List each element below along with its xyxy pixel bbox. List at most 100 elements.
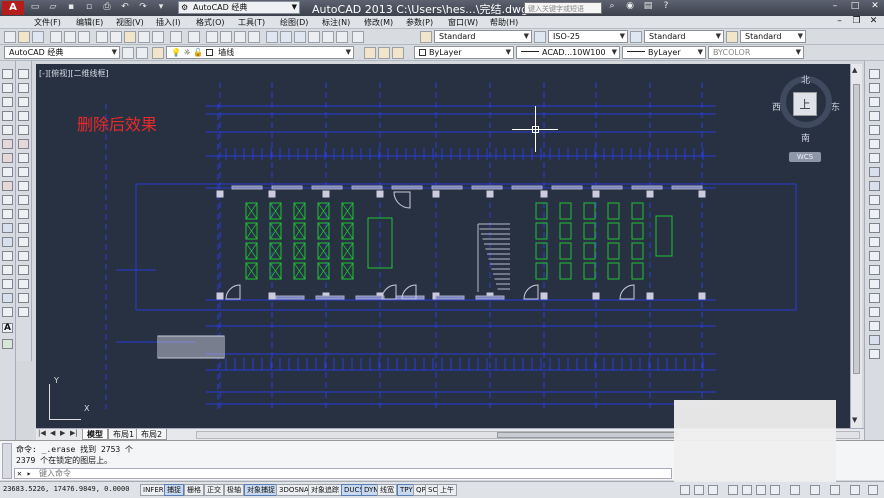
menu-tools[interactable]: 工具(T): [238, 17, 265, 28]
dim-diameter-icon[interactable]: [869, 153, 880, 163]
dim-text-edit-icon[interactable]: [869, 321, 880, 331]
minimize-icon[interactable]: –: [830, 1, 840, 11]
help-icon[interactable]: [352, 31, 364, 43]
mirror-icon[interactable]: [18, 97, 29, 107]
break-at-point-icon[interactable]: [18, 223, 29, 233]
copy-object-icon[interactable]: [18, 83, 29, 93]
workspace-settings-icon[interactable]: [122, 47, 134, 59]
menu-dimension[interactable]: 标注(N): [322, 17, 350, 28]
print-icon[interactable]: ⎙: [100, 1, 114, 14]
menu-edit[interactable]: 编辑(E): [76, 17, 103, 28]
construction-line-icon[interactable]: [2, 83, 13, 93]
close-icon[interactable]: ✕: [870, 1, 880, 11]
status-polar-button[interactable]: 极轴: [224, 484, 244, 496]
match-properties-icon[interactable]: [138, 31, 150, 43]
viewcube-east-label[interactable]: 东: [831, 100, 840, 113]
menu-file[interactable]: 文件(F): [34, 17, 61, 28]
trim-icon[interactable]: [18, 195, 29, 205]
open-file-icon[interactable]: ▱: [46, 1, 60, 14]
dim-linear-icon[interactable]: [869, 69, 880, 79]
tolerance-icon[interactable]: [869, 251, 880, 261]
offset-icon[interactable]: [18, 111, 29, 121]
dropdown-icon[interactable]: ▾: [154, 1, 168, 14]
drawing-canvas[interactable]: [-][俯视][二维线框] 删除后效果 上 北 南 东 西 WCS Y X: [36, 64, 850, 428]
scroll-down-icon[interactable]: ▼: [852, 416, 857, 424]
polyline-icon[interactable]: [2, 97, 13, 107]
dim-style-manager-icon[interactable]: [869, 349, 880, 359]
dim-update-icon[interactable]: [869, 335, 880, 345]
tab-layout2[interactable]: 布局2: [136, 429, 168, 440]
cut-icon[interactable]: [96, 31, 108, 43]
search-icon[interactable]: ⌕: [606, 1, 618, 11]
dim-ordinate-icon[interactable]: [869, 111, 880, 121]
array-icon[interactable]: [18, 125, 29, 135]
vertical-scrollbar[interactable]: ▲ ▼: [850, 64, 862, 428]
spline-icon[interactable]: [2, 181, 13, 191]
status-am-button[interactable]: 上午: [437, 484, 457, 496]
dim-edit-icon[interactable]: [869, 307, 880, 317]
break-icon[interactable]: [18, 237, 29, 247]
status-grid-button[interactable]: 栅格: [184, 484, 204, 496]
status-osnap-button[interactable]: 对象捕捉: [244, 484, 278, 496]
tab-layout1[interactable]: 布局1: [108, 429, 140, 440]
center-mark-icon[interactable]: [869, 265, 880, 275]
zoom-status-icon[interactable]: [742, 485, 752, 495]
multiline-text-icon[interactable]: A: [2, 323, 13, 333]
horizontal-scroll-thumb[interactable]: [497, 432, 677, 438]
zoom-previous-icon[interactable]: [248, 31, 260, 43]
menu-view[interactable]: 视图(V): [116, 17, 144, 28]
menu-format[interactable]: 格式(O): [196, 17, 225, 28]
chamfer-icon[interactable]: [18, 265, 29, 275]
viewcube-north-label[interactable]: 北: [801, 73, 810, 86]
lock-ui-icon[interactable]: [850, 485, 860, 495]
table-style-dropdown[interactable]: Standard ▼: [644, 30, 724, 43]
fillet-icon[interactable]: [18, 279, 29, 289]
coordinate-readout[interactable]: 23683.5226, 17476.9849, 0.0000: [3, 485, 129, 493]
insert-block-icon[interactable]: [2, 223, 13, 233]
line-icon[interactable]: [2, 69, 13, 79]
user-icon[interactable]: ◉: [624, 1, 636, 11]
ellipse-icon[interactable]: [2, 195, 13, 205]
zoom-realtime-icon[interactable]: [220, 31, 232, 43]
menu-draw[interactable]: 绘图(D): [280, 17, 308, 28]
sheet-set-icon[interactable]: [308, 31, 320, 43]
jogged-linear-icon[interactable]: [869, 293, 880, 303]
plotstyle-dropdown[interactable]: BYCOLOR ▼: [708, 46, 804, 59]
copy-icon[interactable]: [110, 31, 122, 43]
polygon-icon[interactable]: [2, 111, 13, 121]
redo-icon[interactable]: [188, 31, 200, 43]
add-selected-icon[interactable]: [2, 339, 13, 349]
dim-angular-icon[interactable]: [869, 167, 880, 177]
quick-view-drawings-icon[interactable]: [708, 485, 718, 495]
explode-icon[interactable]: [18, 307, 29, 317]
doc-close-icon[interactable]: ✕: [869, 16, 878, 26]
maximize-icon[interactable]: □: [850, 1, 860, 11]
menu-modify[interactable]: 修改(M): [364, 17, 393, 28]
join-icon[interactable]: [18, 251, 29, 261]
undo-icon[interactable]: ↶: [118, 1, 132, 14]
revision-cloud-icon[interactable]: [2, 167, 13, 177]
annotation-visibility-icon[interactable]: [810, 485, 820, 495]
showmotion-icon[interactable]: [770, 485, 780, 495]
blend-curves-icon[interactable]: [18, 293, 29, 303]
dim-jogged-icon[interactable]: [869, 139, 880, 149]
workspace-dropdown[interactable]: ⚙ AutoCAD 经典 ▼: [178, 1, 300, 14]
region-icon[interactable]: [2, 293, 13, 303]
color-dropdown[interactable]: ByLayer ▼: [414, 46, 514, 59]
open-icon[interactable]: [18, 31, 30, 43]
table-style-icon[interactable]: [630, 31, 642, 43]
preview-icon[interactable]: [64, 31, 76, 43]
save-as-icon[interactable]: ▫: [82, 1, 96, 14]
status-otrack-button[interactable]: 对象追踪: [308, 484, 342, 496]
properties-icon[interactable]: [266, 31, 278, 43]
text-style-icon[interactable]: [420, 31, 432, 43]
design-center-icon[interactable]: [280, 31, 292, 43]
pan-status-icon[interactable]: [728, 485, 738, 495]
dim-aligned-icon[interactable]: [869, 83, 880, 93]
doc-minimize-icon[interactable]: –: [835, 16, 844, 26]
command-line-grip[interactable]: [2, 443, 12, 479]
undo-icon[interactable]: [170, 31, 182, 43]
status-infer-button[interactable]: INFER: [140, 484, 167, 496]
dim-style-icon[interactable]: [534, 31, 546, 43]
scroll-up-icon[interactable]: ▲: [852, 66, 857, 74]
